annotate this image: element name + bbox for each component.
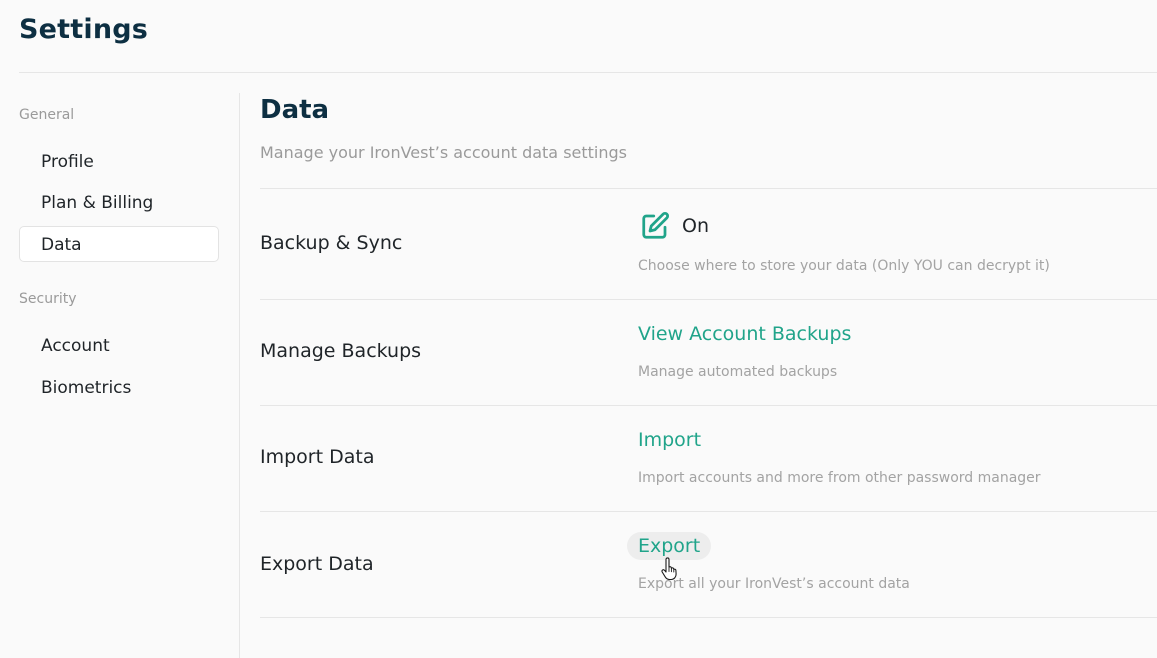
row-divider xyxy=(260,511,1157,512)
view-account-backups-link[interactable]: View Account Backups xyxy=(638,323,851,345)
backup-sync-toggle[interactable]: On xyxy=(640,211,709,241)
edit-icon[interactable] xyxy=(640,211,670,241)
row-divider xyxy=(260,617,1157,618)
sidebar-item-data[interactable]: Data xyxy=(19,226,219,262)
export-data-label: Export Data xyxy=(260,553,374,575)
backup-sync-label: Backup & Sync xyxy=(260,232,403,254)
row-divider xyxy=(260,188,1157,189)
sidebar-item-biometrics[interactable]: Biometrics xyxy=(19,369,219,405)
sidebar-item-account[interactable]: Account xyxy=(19,327,219,363)
row-divider xyxy=(260,405,1157,406)
import-data-description: Import accounts and more from other pass… xyxy=(638,470,1041,486)
manage-backups-label: Manage Backups xyxy=(260,340,422,362)
export-button[interactable]: Export xyxy=(627,532,712,560)
backup-sync-status: On xyxy=(682,215,709,237)
row-divider xyxy=(260,299,1157,300)
section-subtitle: Manage your IronVest’s account data sett… xyxy=(260,143,627,162)
header-divider xyxy=(19,72,1157,73)
sidebar-item-plan-billing[interactable]: Plan & Billing xyxy=(19,184,219,220)
sidebar-section-general: General xyxy=(19,107,75,123)
sidebar-divider xyxy=(239,93,240,658)
page-title: Settings xyxy=(19,14,149,45)
import-data-label: Import Data xyxy=(260,446,375,468)
import-button[interactable]: Import xyxy=(638,429,701,451)
sidebar-item-profile[interactable]: Profile xyxy=(19,143,219,179)
backup-sync-description: Choose where to store your data (Only YO… xyxy=(638,258,1050,274)
hand-pointer-icon xyxy=(661,557,677,581)
sidebar-section-security: Security xyxy=(19,291,77,307)
manage-backups-description: Manage automated backups xyxy=(638,364,838,380)
settings-page: Settings General Profile Plan & Billing … xyxy=(0,0,1157,658)
section-title: Data xyxy=(260,95,330,125)
